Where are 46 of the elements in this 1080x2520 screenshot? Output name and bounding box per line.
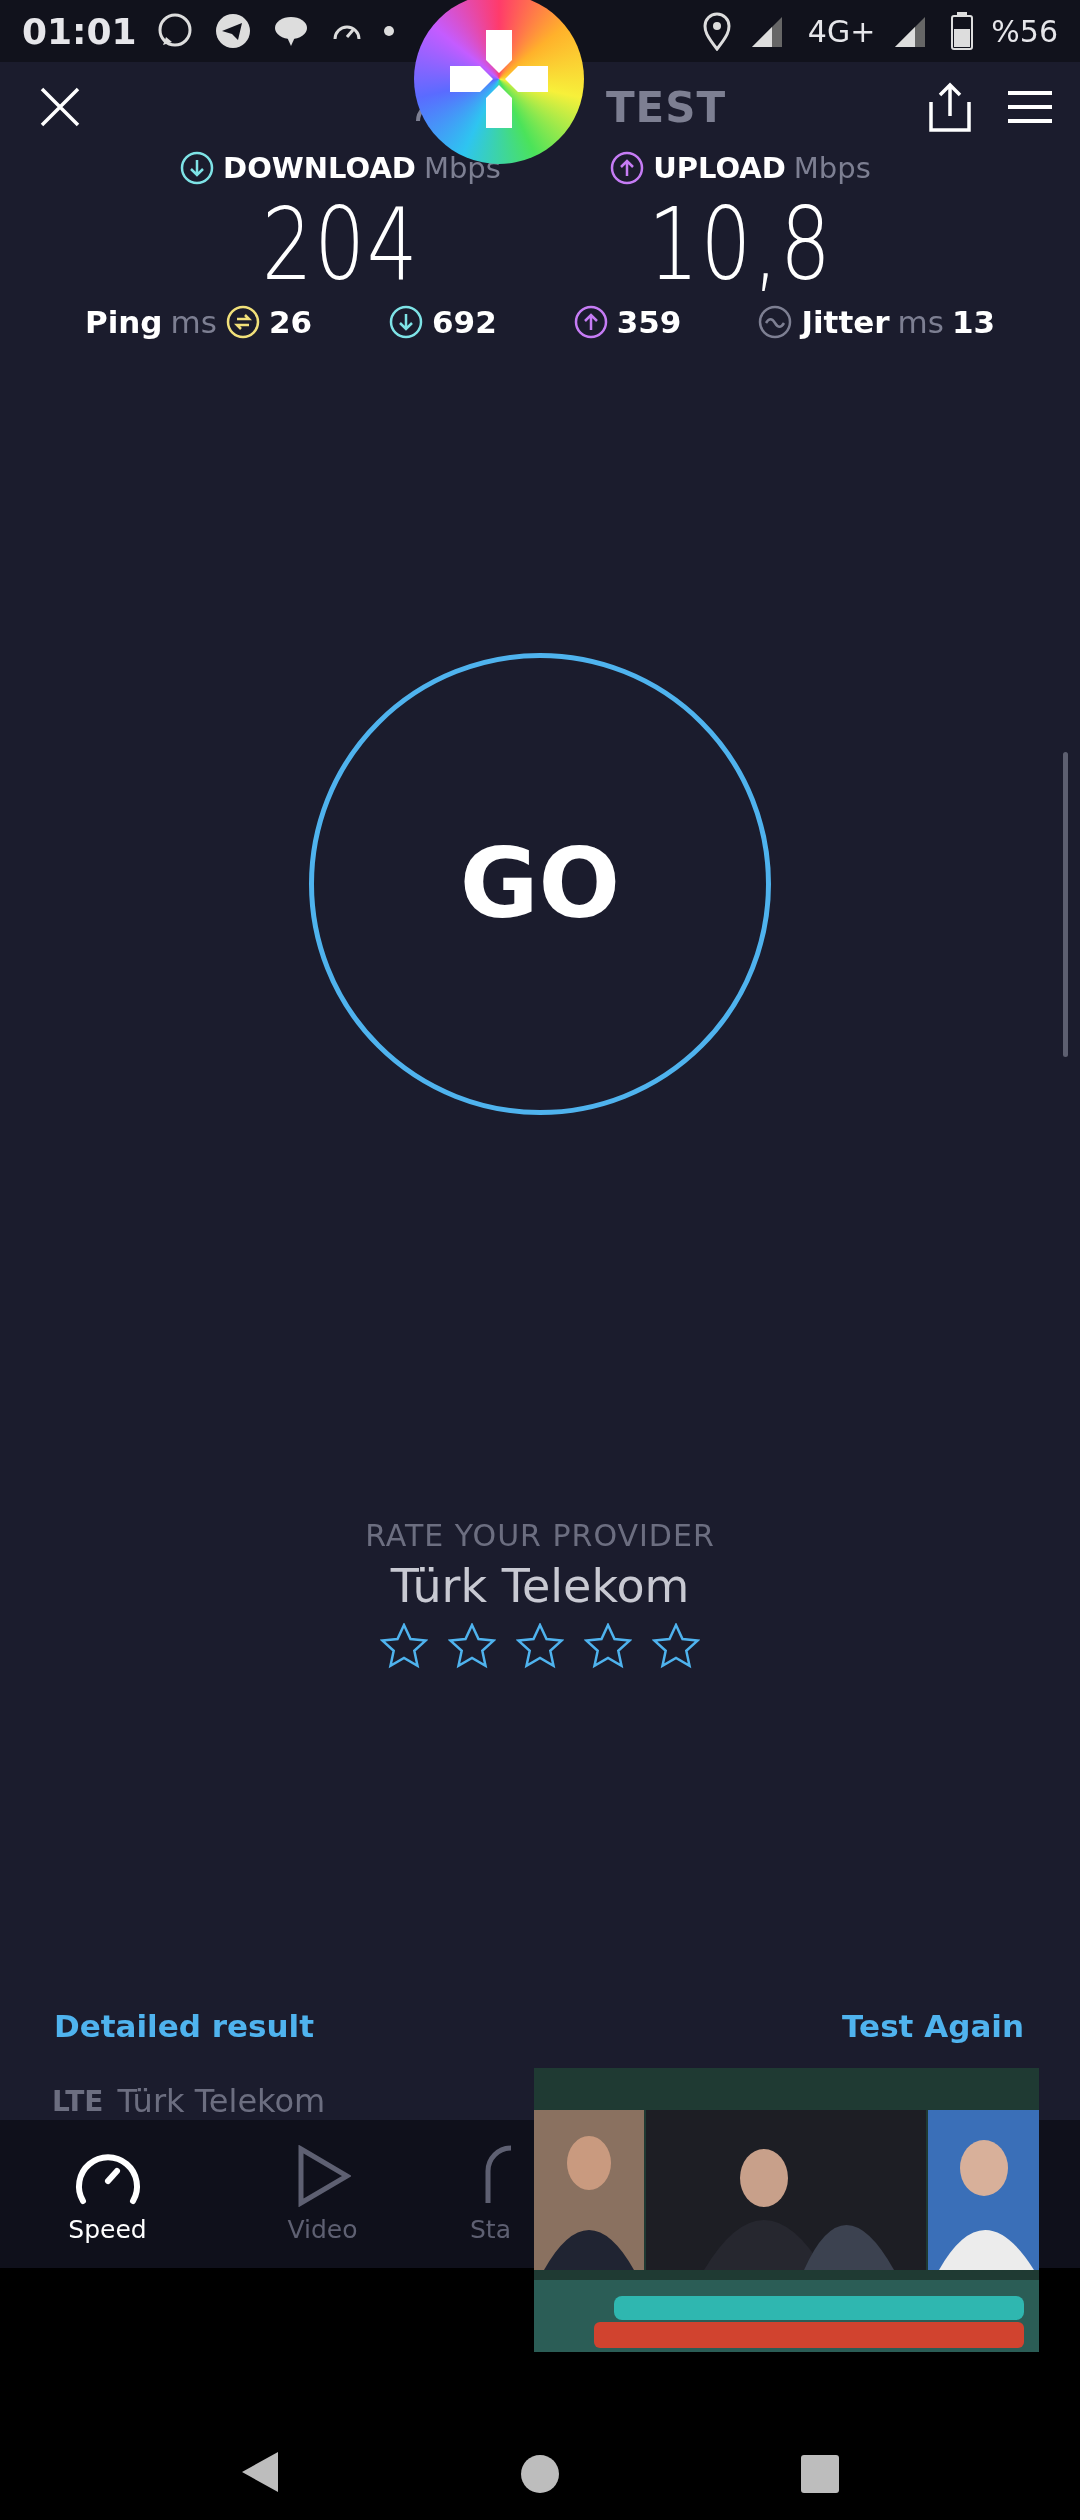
unit-label: Mbps xyxy=(423,151,501,185)
star-icon[interactable] xyxy=(516,1623,564,1669)
close-icon[interactable] xyxy=(38,85,82,129)
test-again-link[interactable]: Test Again xyxy=(842,2008,1024,2044)
upload-icon xyxy=(572,304,609,340)
battery-level: %56 xyxy=(991,13,1058,49)
download-icon xyxy=(179,150,216,186)
result-label: DOWNLOAD xyxy=(223,151,416,185)
connection-type: LTE xyxy=(52,2084,104,2118)
battery-icon xyxy=(951,12,974,50)
unit-label: ms xyxy=(170,304,217,340)
unit-label: ms xyxy=(897,304,944,340)
recents-icon[interactable] xyxy=(800,2454,840,2494)
nav-tab[interactable]: Speed xyxy=(0,2144,215,2244)
jitter-label: Jitter xyxy=(801,304,890,340)
speed-value: 204 xyxy=(261,186,419,304)
back-icon[interactable] xyxy=(240,2450,280,2494)
home-icon[interactable] xyxy=(520,2454,560,2494)
rating-prompt: RATE YOUR PROVIDER xyxy=(365,1518,715,1553)
clock: 01:01 xyxy=(22,10,137,52)
star-icon[interactable] xyxy=(584,1623,632,1669)
location-icon xyxy=(701,11,732,51)
wave-icon xyxy=(757,304,794,340)
dot-icon xyxy=(382,25,395,37)
jitter-value: 13 xyxy=(951,304,996,340)
unit-label: Mbps xyxy=(793,151,871,185)
provider-name: Türk Telekom xyxy=(390,1559,690,1613)
ping-value: 26 xyxy=(268,304,312,340)
result-label: UPLOAD xyxy=(653,151,786,185)
star-icon[interactable] xyxy=(448,1623,496,1669)
latency-value: 692 xyxy=(432,304,497,340)
app-title: TEST xyxy=(605,82,727,132)
go-button[interactable]: GO xyxy=(309,653,771,1115)
provider-name: Türk Telekom xyxy=(117,2082,326,2120)
latency-value: 359 xyxy=(616,304,682,340)
download-icon xyxy=(388,304,424,340)
star-icon[interactable] xyxy=(380,1623,428,1669)
upload-icon xyxy=(609,150,646,186)
bolt-icon xyxy=(224,304,261,340)
share-icon[interactable] xyxy=(928,82,972,132)
menu-icon[interactable] xyxy=(1006,89,1054,125)
network-type: 4G+ xyxy=(807,13,876,49)
star-icon[interactable] xyxy=(652,1623,700,1669)
detailed-result-link[interactable]: Detailed result xyxy=(54,2008,315,2044)
ping-label: Ping xyxy=(84,304,163,340)
speed-value: 10,8 xyxy=(647,186,833,304)
